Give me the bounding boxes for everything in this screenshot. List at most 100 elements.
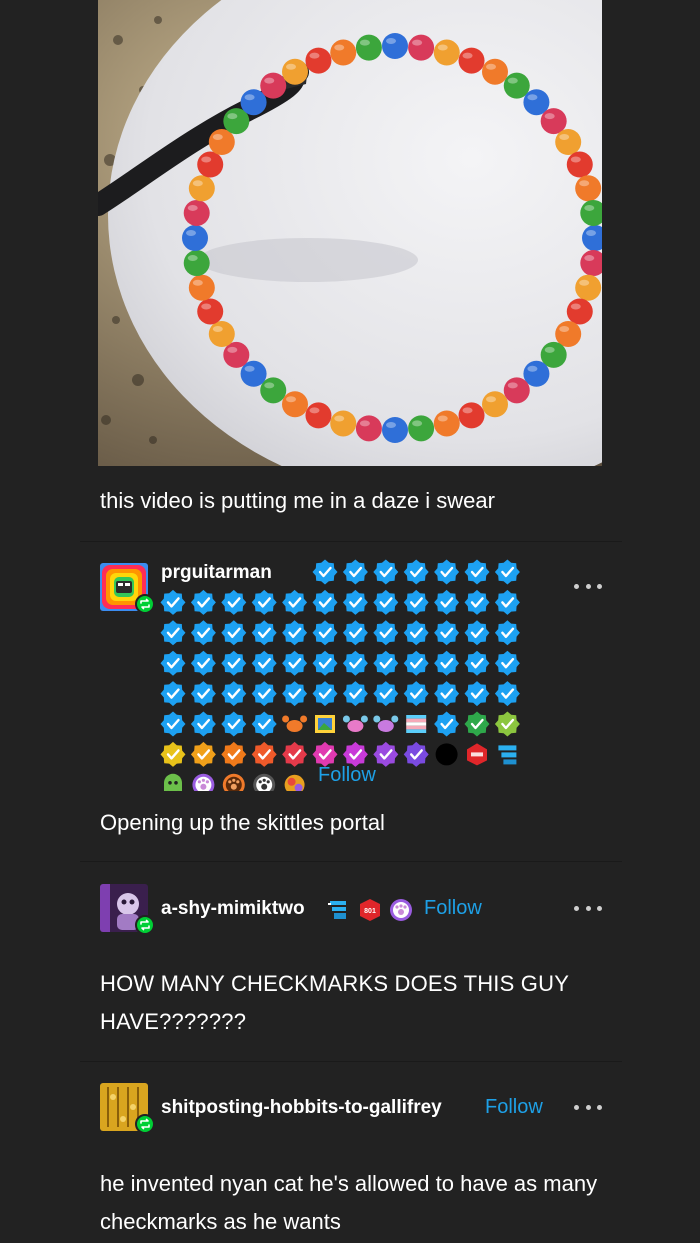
- follow-button[interactable]: Follow: [424, 897, 482, 920]
- verified-badge-icon: [464, 559, 490, 585]
- verified-badge-icon: [282, 681, 308, 707]
- reblog-username[interactable]: a-shy-mimiktwo: [161, 898, 305, 920]
- more-options-icon[interactable]: [574, 903, 602, 913]
- verified-badge-icon: [373, 620, 399, 646]
- verified-badge-icon: [221, 681, 247, 707]
- verified-badge-icon: [221, 650, 247, 676]
- verified-badge-icon: [221, 589, 247, 615]
- verified-badge-icon: [373, 559, 399, 585]
- verified-badge-icon: [221, 620, 247, 646]
- verified-badge-icon: [342, 620, 368, 646]
- verified-badge-icon: [251, 620, 277, 646]
- verified-badge-icon: [160, 650, 186, 676]
- paw-badge-icon: [222, 773, 245, 791]
- follow-button[interactable]: Follow: [318, 764, 376, 787]
- paw-badge-icon: [390, 899, 412, 921]
- svg-text:801: 801: [364, 908, 376, 915]
- flag-badge-icon: [406, 715, 427, 733]
- verified-badge-icon: [403, 559, 429, 585]
- verified-badges: [160, 559, 532, 791]
- verified-badge-icon: [251, 650, 277, 676]
- verified-badge-icon: [342, 650, 368, 676]
- verified-badge-icon: [282, 589, 308, 615]
- verified-badge-icon: [190, 589, 216, 615]
- verified-badge-icon: [403, 681, 429, 707]
- verified-badge-icon: [251, 711, 277, 737]
- verified-badge-icon: [494, 681, 520, 707]
- color-check-badge-icon: [251, 741, 277, 767]
- verified-badge-icon: [312, 650, 338, 676]
- verified-badge-icon: [434, 681, 460, 707]
- divider: [80, 1061, 622, 1062]
- paw-badge-icon: [253, 773, 276, 791]
- skittles-ring-video-frame: [98, 0, 602, 466]
- verified-badge-icon: [373, 650, 399, 676]
- user-badges: 801: [328, 897, 414, 928]
- verified-badge-icon: [251, 681, 277, 707]
- color-check-badge-icon: [160, 741, 186, 767]
- pastel-crab-badge-icon: [342, 715, 368, 732]
- verified-badge-icon: [434, 589, 460, 615]
- verified-badge-icon: [464, 620, 490, 646]
- color-check-badge-icon: [190, 741, 216, 767]
- reblog-text: he invented nyan cat he's allowed to hav…: [100, 1171, 598, 1234]
- verified-badge-icon: [312, 589, 338, 615]
- follow-button[interactable]: Follow: [485, 1096, 543, 1119]
- bundle-badge-icon: [328, 901, 346, 919]
- verified-badge-icon: [434, 711, 460, 737]
- verified-badge-icon: [282, 650, 308, 676]
- 801-badge-icon: [467, 743, 487, 766]
- verified-badge-icon: [190, 620, 216, 646]
- color-check-badge-icon: [403, 741, 429, 767]
- sparkle-badge-icon: [284, 774, 305, 791]
- more-options-icon[interactable]: [574, 1102, 602, 1112]
- lime-check-badge-icon: [494, 711, 520, 737]
- verified-badge-icon: [251, 589, 277, 615]
- verified-badge-icon: [434, 650, 460, 676]
- video-player[interactable]: [98, 0, 602, 466]
- verified-badge-icon: [312, 620, 338, 646]
- color-check-badge-icon: [221, 741, 247, 767]
- verified-badge-icon: [494, 620, 520, 646]
- reblog-text: Opening up the skittles portal: [100, 810, 385, 835]
- color-check-badge-icon: [373, 741, 399, 767]
- verified-badge-icon: [312, 681, 338, 707]
- reblog-username[interactable]: shitposting-hobbits-to-gallifrey: [161, 1097, 442, 1119]
- verified-badge-icon: [312, 559, 338, 585]
- verified-badge-icon: [221, 711, 247, 737]
- verified-badge-icon: [464, 589, 490, 615]
- green-check-badge-icon: [464, 711, 490, 737]
- bundle-badge-icon: [498, 745, 517, 765]
- reblog-icon: [135, 915, 155, 935]
- post-caption: this video is putting me in a daze i swe…: [100, 488, 495, 513]
- pastel-crab-badge-icon: [373, 715, 399, 732]
- verified-badge-icon: [373, 589, 399, 615]
- verified-badge-icon: [190, 711, 216, 737]
- verified-badge-icon: [464, 681, 490, 707]
- verified-badge-icon: [494, 589, 520, 615]
- color-check-badge-icon: [282, 741, 308, 767]
- reblog-icon: [135, 1114, 155, 1134]
- divider: [80, 541, 622, 542]
- reblog-text: HOW MANY CHECKMARKS DOES THIS GUY HAVE??…: [100, 971, 569, 1034]
- verified-badge-icon: [160, 711, 186, 737]
- crab-badge-icon: [282, 715, 308, 732]
- verified-badge-icon: [434, 559, 460, 585]
- verified-badge-icon: [494, 650, 520, 676]
- verified-badge-icon: [403, 589, 429, 615]
- verified-badge-icon: [160, 620, 186, 646]
- verified-badge-icon: [494, 559, 520, 585]
- verified-badge-icon: [160, 681, 186, 707]
- verified-badge-icon: [342, 681, 368, 707]
- divider: [80, 861, 622, 862]
- 801-badge-icon: 801: [360, 899, 380, 921]
- verified-badge-icon: [190, 650, 216, 676]
- verified-badge-icon: [342, 559, 368, 585]
- more-options-icon[interactable]: [574, 581, 602, 591]
- verified-badge-icon: [403, 620, 429, 646]
- ghost-badge-icon: [164, 773, 182, 791]
- verified-badge-icon: [464, 650, 490, 676]
- verified-badge-icon: [190, 681, 216, 707]
- verified-badge-icon: [342, 589, 368, 615]
- verified-badge-icon: [373, 681, 399, 707]
